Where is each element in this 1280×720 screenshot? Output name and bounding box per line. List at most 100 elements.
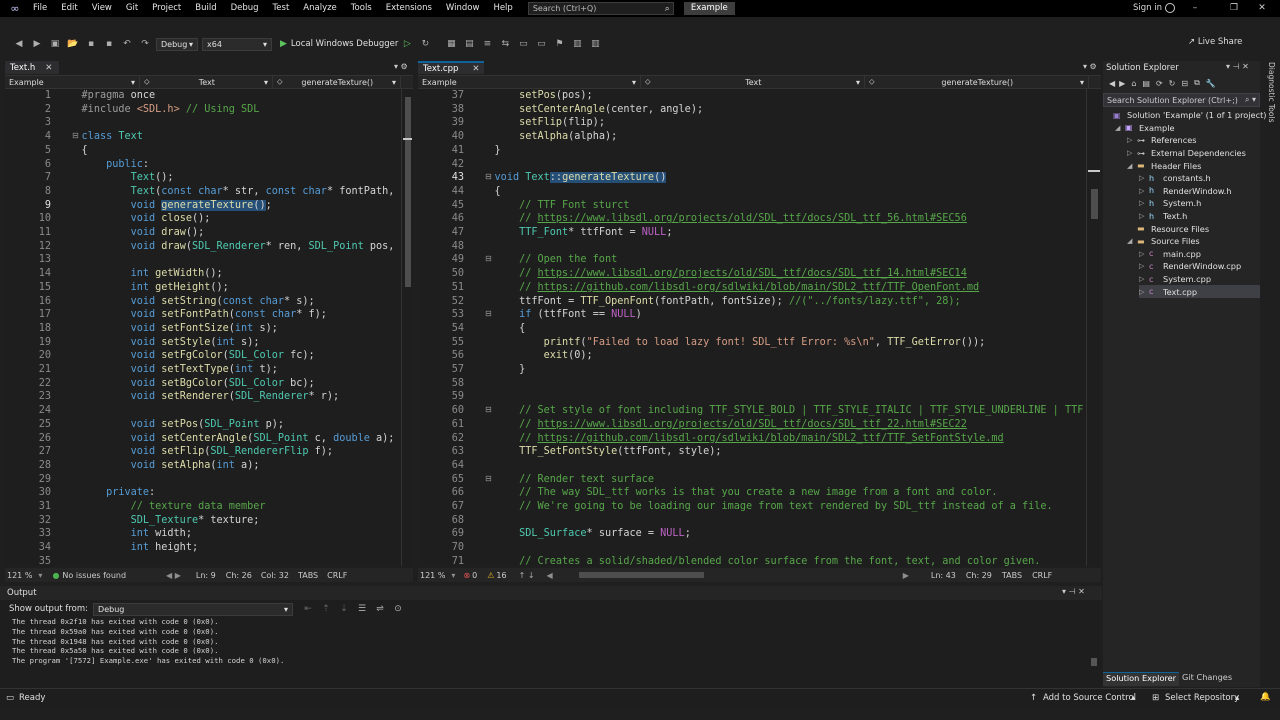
code-line[interactable]: 27 void setFlip(SDL_RendererFlip f); — [5, 445, 401, 459]
refresh-icon[interactable]: ↻ — [1169, 79, 1176, 88]
code-line[interactable]: 15 int getHeight(); — [5, 281, 401, 295]
back-icon[interactable]: ◀ — [12, 37, 26, 51]
output-source-select[interactable]: Debug ▾ — [93, 602, 294, 616]
word-wrap-icon[interactable]: ⇌ — [373, 602, 387, 616]
code-line[interactable]: 60 // Set style of font including TTF_ST… — [418, 404, 1086, 418]
code-line[interactable]: 19 void setStyle(int s); — [5, 336, 401, 350]
menu-build[interactable]: Build — [188, 0, 223, 17]
tree-item[interactable]: ◢ ▣ Example — [1115, 122, 1175, 135]
notifications-icon[interactable]: 🔔 — [1260, 692, 1271, 702]
select-repository-button[interactable]: Select Repository — [1165, 693, 1239, 703]
code-line[interactable]: 25 void setPos(SDL_Point p); — [5, 418, 401, 432]
tree-item[interactable]: ▷ ⊶ External Dependencies — [1127, 147, 1246, 160]
start-debugging-icon[interactable]: ▶ — [280, 39, 287, 49]
tree-item[interactable]: ▷ c main.cpp — [1139, 248, 1201, 261]
forward-icon[interactable]: ▶ — [1119, 79, 1125, 88]
code-line[interactable]: 57 } — [418, 363, 1086, 377]
hot-reload-icon[interactable]: ↻ — [418, 37, 432, 51]
project-nav-select[interactable]: Example ▾ — [418, 76, 641, 88]
output-settings-icon[interactable]: ⊙ — [391, 602, 405, 616]
code-line[interactable]: 24 — [5, 404, 401, 418]
code-line[interactable]: 55 printf("Failed to load lazy font! SDL… — [418, 336, 1086, 350]
expand-arrow-icon[interactable]: ▷ — [1139, 174, 1149, 182]
code-line[interactable]: 71 // Creates a solid/shaded/blended col… — [418, 555, 1086, 566]
code-line[interactable]: 62 // https://github.com/libsdl-org/sdlw… — [418, 432, 1086, 446]
next-message-icon[interactable]: ⇣ — [337, 602, 351, 616]
close-window-button[interactable]: ✕ — [1252, 0, 1272, 17]
code-line[interactable]: 5 { — [5, 144, 401, 158]
code-line[interactable]: 37 setPos(pos); — [418, 89, 1086, 103]
back-icon[interactable]: ◀ — [1109, 79, 1115, 88]
expand-arrow-icon[interactable]: ▷ — [1139, 187, 1149, 195]
code-line[interactable]: 20 void setFgColor(SDL_Color fc); — [5, 349, 401, 363]
tree-item[interactable]: ▷ h System.h — [1139, 197, 1201, 210]
tab-text-cpp[interactable]: Text.cpp ✕ — [418, 61, 484, 74]
dropdown-icon[interactable]: ▴ — [1235, 693, 1239, 703]
tree-item[interactable]: ▷ c Text.cpp — [1139, 285, 1260, 298]
code-line[interactable]: 48 — [418, 240, 1086, 254]
warning-count[interactable]: 16 — [496, 571, 506, 580]
zoom-dropdown-icon[interactable]: ▾ — [451, 571, 455, 580]
code-line[interactable]: 65 // Render text surface — [418, 473, 1086, 487]
restore-button[interactable]: ❐ — [1224, 0, 1244, 17]
clear-all-icon[interactable]: ☰ — [355, 602, 369, 616]
toolbar-icon-3[interactable]: ≡ — [480, 37, 494, 51]
menu-file[interactable]: File — [26, 0, 54, 17]
expand-arrow-icon[interactable]: ▷ — [1139, 212, 1149, 220]
code-line[interactable]: 61 // https://www.libsdl.org/projects/ol… — [418, 418, 1086, 432]
menu-edit[interactable]: Edit — [54, 0, 84, 17]
tree-item[interactable]: ◢ ▬ Header Files — [1127, 159, 1201, 172]
add-to-source-control-button[interactable]: Add to Source Control — [1043, 693, 1136, 703]
forward-icon[interactable]: ▶ — [30, 37, 44, 51]
expand-arrow-icon[interactable]: ▷ — [1127, 149, 1137, 157]
code-line[interactable]: 70 — [418, 541, 1086, 555]
code-line[interactable]: 68 — [418, 514, 1086, 528]
expand-arrow-icon[interactable]: ▷ — [1139, 288, 1149, 296]
code-line[interactable]: 18 void setFontSize(int s); — [5, 322, 401, 336]
code-line[interactable]: 1 #pragma once — [5, 89, 401, 103]
code-line[interactable]: 38 setCenterAngle(center, angle); — [418, 103, 1086, 117]
expand-arrow-icon[interactable]: ▷ — [1139, 262, 1149, 270]
collapse-arrow-icon[interactable]: ◢ — [1127, 237, 1137, 245]
bookmark-icon[interactable]: ⚑ — [552, 37, 566, 51]
properties-icon[interactable]: 🔧 — [1206, 79, 1216, 88]
tree-item[interactable]: ▷ h RenderWindow.h — [1139, 185, 1231, 198]
menu-git[interactable]: Git — [119, 0, 145, 17]
uncomment-icon[interactable]: ▭ — [534, 37, 548, 51]
new-project-icon[interactable]: ▣ — [48, 37, 62, 51]
save-icon[interactable]: ▪ — [84, 37, 98, 51]
menu-view[interactable]: View — [85, 0, 119, 17]
collapse-icon[interactable]: ⊟ — [485, 172, 492, 181]
search-box[interactable]: Search (Ctrl+Q) ⌕ — [527, 2, 674, 15]
sign-in-link[interactable]: Sign in — [1133, 0, 1162, 17]
code-line[interactable]: 2 #include <SDL.h> // Using SDL — [5, 103, 401, 117]
tree-item[interactable]: ▷ c RenderWindow.cpp — [1139, 260, 1241, 273]
code-line[interactable]: 39 setFlip(flip); — [418, 116, 1086, 130]
class-nav-select[interactable]: ⬦ Text ▾ — [140, 76, 273, 88]
code-line[interactable]: 33 int width; — [5, 527, 401, 541]
code-line[interactable]: 59 — [418, 390, 1086, 404]
configuration-select[interactable]: Debug ▾ — [156, 37, 198, 51]
tree-item[interactable]: ▷ h Text.h — [1139, 210, 1187, 223]
left-zoom-level[interactable]: 121 % — [7, 571, 32, 580]
menu-tools[interactable]: Tools — [344, 0, 379, 17]
code-line[interactable]: 63 TTF_SetFontStyle(ttfFont, style); — [418, 445, 1086, 459]
code-line[interactable]: 35 — [5, 555, 401, 566]
left-code-editor[interactable]: 1 #pragma once 2 #include <SDL.h> // Usin… — [5, 89, 401, 566]
toolbar-icon-5[interactable]: ▥ — [570, 37, 584, 51]
redo-icon[interactable]: ↷ — [138, 37, 152, 51]
code-line[interactable]: 3 — [5, 116, 401, 130]
code-line[interactable]: 17 void setFontPath(const char* f); — [5, 308, 401, 322]
minimize-button[interactable]: – — [1185, 0, 1205, 17]
code-line[interactable]: 23 void setRenderer(SDL_Renderer* r); — [5, 390, 401, 404]
code-line[interactable]: 43 void Text::generateTexture() — [418, 171, 1086, 185]
code-line[interactable]: 10 void close(); — [5, 212, 401, 226]
right-code-editor[interactable]: 37 setPos(pos); 38 setCenterAngle(center,… — [418, 89, 1086, 566]
collapse-arrow-icon[interactable]: ◢ — [1115, 124, 1125, 132]
code-line[interactable]: 50 // https://www.libsdl.org/projects/ol… — [418, 267, 1086, 281]
left-vertical-scrollbar[interactable] — [401, 89, 413, 566]
toolbar-icon-2[interactable]: ▤ — [462, 37, 476, 51]
code-line[interactable]: 4 class Text — [5, 130, 401, 144]
code-line[interactable]: 67 // We're going to be loading our imag… — [418, 500, 1086, 514]
code-line[interactable]: 11 void draw(); — [5, 226, 401, 240]
